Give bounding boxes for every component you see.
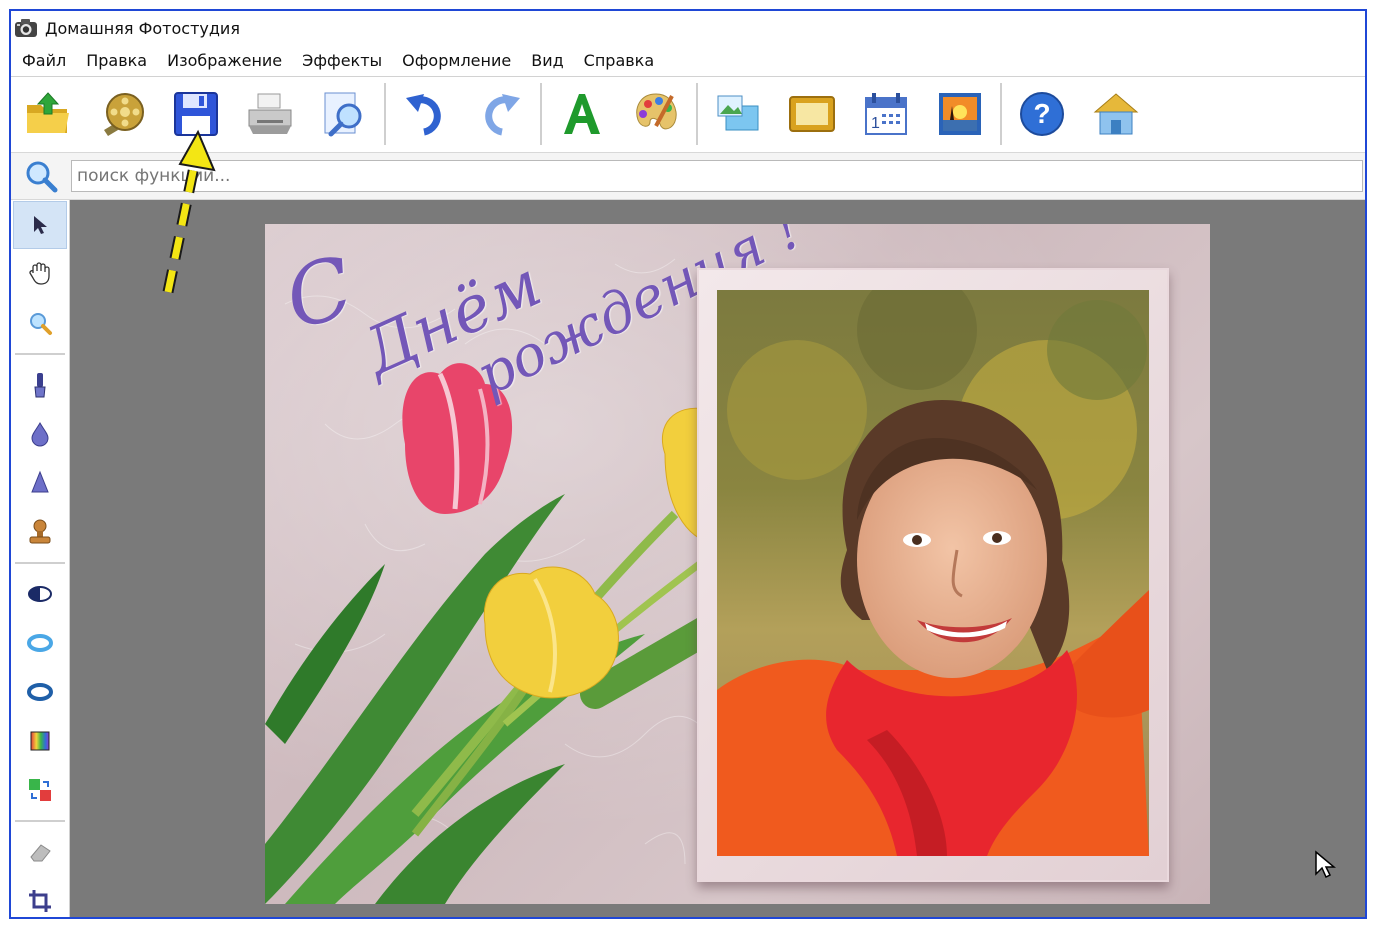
menu-edit[interactable]: Правка (76, 47, 157, 75)
greeting-card-image: С Днём рождения ! (265, 224, 1210, 904)
title-bar: Домашняя Фотостудия (11, 11, 1365, 45)
frame-button[interactable] (775, 83, 849, 145)
tool-zoom[interactable] (13, 299, 67, 347)
open-button[interactable] (11, 83, 85, 145)
main-toolbar: 1 ? (11, 79, 1365, 149)
tool-stamp[interactable] (13, 508, 67, 556)
photo-frame (697, 268, 1169, 882)
brush-icon (34, 373, 46, 398)
menu-design[interactable]: Оформление (392, 47, 521, 75)
tool-blur[interactable] (13, 410, 67, 458)
tool-color-swap[interactable] (13, 766, 67, 814)
palette-button[interactable] (619, 83, 693, 145)
menu-help[interactable]: Справка (574, 47, 665, 75)
print-button[interactable] (233, 83, 307, 145)
camera-app-icon (15, 19, 37, 37)
toolbar-separator (1000, 83, 1002, 145)
search-icon (11, 158, 71, 194)
photo-in-photo-button[interactable] (701, 83, 775, 145)
menu-effects[interactable]: Эффекты (292, 47, 392, 75)
tools-separator (15, 562, 65, 564)
redo-arrow-icon (485, 94, 520, 136)
light-ring-icon (27, 634, 53, 652)
menu-image[interactable]: Изображение (157, 47, 292, 75)
menu-bar: Файл Правка Изображение Эффекты Оформлен… (11, 47, 1365, 75)
tools-panel (11, 200, 70, 917)
save-button[interactable] (159, 83, 233, 145)
portrait-illustration (717, 290, 1149, 856)
sharpen-cone-icon (31, 470, 49, 493)
function-search-bar (11, 152, 1365, 200)
save-floppy-icon (174, 92, 218, 136)
tool-hand[interactable] (13, 250, 67, 298)
tool-lighten[interactable] (13, 619, 67, 667)
postcard-button[interactable] (923, 83, 997, 145)
window-title: Домашняя Фотостудия (45, 18, 240, 38)
image-canvas[interactable]: С Днём рождения ! (70, 200, 1365, 917)
tool-sharpen[interactable] (13, 459, 67, 507)
hand-pan-icon (29, 262, 50, 285)
text-a-icon (564, 94, 600, 134)
film-button[interactable] (85, 83, 159, 145)
postcard-sunset-icon (939, 93, 981, 135)
tool-brush[interactable] (13, 361, 67, 409)
open-folder-icon (27, 92, 69, 133)
eraser-icon (30, 844, 51, 862)
home-button[interactable] (1079, 83, 1153, 145)
tools-separator (15, 820, 65, 822)
preview-button[interactable] (307, 83, 381, 145)
tool-darken[interactable] (13, 668, 67, 716)
palette-icon (636, 93, 677, 130)
frame-icon (789, 96, 835, 132)
pointer-arrow-icon (34, 216, 47, 234)
function-search-input[interactable] (71, 160, 1363, 192)
toolbar-separator (540, 83, 542, 145)
picture-in-picture-icon (717, 95, 759, 131)
gradient-fill-icon (30, 731, 50, 751)
menu-view[interactable]: Вид (521, 47, 573, 75)
film-reel-icon (104, 93, 144, 136)
svg-text:?: ? (1033, 98, 1050, 129)
tool-contrast[interactable] (13, 570, 67, 618)
calendar-button[interactable]: 1 (849, 83, 923, 145)
clone-stamp-icon (29, 519, 51, 544)
preview-magnifier-icon (324, 92, 362, 137)
dark-ring-icon (27, 683, 53, 701)
tool-eraser[interactable] (13, 828, 67, 876)
crop-icon (29, 890, 51, 912)
undo-arrow-icon (406, 94, 441, 136)
help-button[interactable]: ? (1005, 83, 1079, 145)
color-swap-icon (29, 779, 51, 801)
home-icon (1093, 93, 1139, 135)
toolbar-separator (384, 83, 386, 145)
toolbar-separator (696, 83, 698, 145)
tool-gradient[interactable] (13, 717, 67, 765)
mouse-cursor-icon (1315, 850, 1336, 879)
svg-text:1: 1 (871, 115, 880, 132)
menu-file[interactable]: Файл (11, 47, 76, 75)
tool-pointer[interactable] (13, 201, 67, 249)
menu-divider (11, 76, 1365, 77)
blur-drop-icon (31, 421, 49, 447)
undo-button[interactable] (389, 83, 463, 145)
printer-icon (248, 93, 292, 134)
calendar-icon: 1 (865, 93, 907, 135)
contrast-oval-icon (28, 586, 52, 602)
tool-crop[interactable] (13, 877, 67, 917)
redo-button[interactable] (463, 83, 537, 145)
text-button[interactable] (545, 83, 619, 145)
app-window: Домашняя Фотостудия Файл Правка Изображе… (9, 9, 1367, 919)
zoom-icon (30, 313, 52, 335)
portrait-photo (717, 290, 1149, 856)
help-icon: ? (1020, 92, 1064, 136)
tools-separator (15, 353, 65, 355)
